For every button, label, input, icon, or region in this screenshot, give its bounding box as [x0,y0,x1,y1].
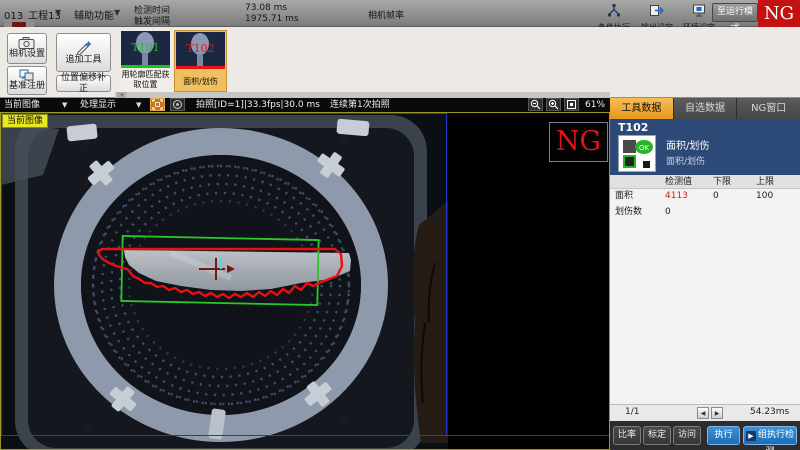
t102-status-bar [176,66,225,69]
t102-id-label: T102 [176,42,225,55]
tool-title: 面积/划伤 [666,137,709,152]
image-toolbar: 当前图像 ▼ 处理显示 ▼ 拍照[ID=1]|33.3fps|30.0 ms 连… [0,98,610,112]
t101-caption: 用轮廓匹配获取位置 [119,70,172,89]
title-bar: 013_工程13 ▼ 辅助功能 ▼ 检测时间 触发间隔 73.08 ms 197… [0,0,800,27]
zoom-out-button[interactable] [528,98,543,111]
t102-thumbnail: T102 [176,32,225,69]
calibrate-button[interactable]: 标定 [643,426,671,445]
aux-caret-icon[interactable]: ▼ [114,8,120,17]
ratio-button[interactable]: 比率 [613,426,641,445]
result-table-header: 检测值 下限 上限 [610,175,800,189]
tool-header: T102 OK 面积/划伤 面积/划伤 [610,119,800,175]
play-icon: ▶ [746,431,756,441]
pager-bar: 1/1 ◀ ▶ 54.23ms [610,404,800,421]
area-scratch-tool-icon: OK [618,135,656,172]
aux-menu[interactable]: 辅助功能 [74,7,114,22]
access-button[interactable]: 访问 [673,426,701,445]
page-prev-button[interactable]: ◀ [697,407,709,419]
zoom-level: 61% [585,99,605,111]
detect-time-value: 73.08 ms [245,3,287,13]
t102-caption: 面积/划伤 [175,77,226,87]
add-tool-button[interactable]: 追加工具 [56,33,111,72]
roi-display-toggle-icon[interactable] [150,98,165,111]
tool-subtitle: 面积/划伤 [666,154,705,167]
image-viewport[interactable]: 当前图像 NG [0,112,610,450]
camera-frame-bottom-line [1,435,609,436]
branch-flow-icon [606,4,622,17]
run-mode-button[interactable]: 至运行模式 [712,3,758,22]
image-window-label[interactable]: 当前图像 [2,114,48,128]
panel-tabs: 工具数据 自选数据 NG窗口 [610,98,800,119]
page-next-button[interactable]: ▶ [711,407,723,419]
tab-ng-window[interactable]: NG窗口 [737,98,800,119]
camera-icon [18,37,36,49]
table-row-area[interactable]: 面积 4113 0 100 [610,189,800,204]
display-mode-caret-icon[interactable]: ▼ [136,101,141,109]
zoom-in-button[interactable] [546,98,561,111]
camera-settings-button[interactable]: 相机设置 [7,33,47,64]
tool-thumbnail-t101[interactable]: T101 用轮廓匹配获取位置 [119,30,172,92]
t101-status-bar [121,65,170,68]
result-overlay-badge: NG [549,122,608,162]
table-row-scratch-count[interactable]: 划伤数 0 [610,205,800,220]
area-value: 4113 [665,189,688,204]
register-icon [19,69,35,81]
project-caret-icon[interactable]: ▼ [55,8,61,17]
panel-footer: 比率 标定 访问 执行 ▶组执行检测 [610,421,800,450]
scratch-count-value: 0 [665,205,671,220]
display-mode-select[interactable]: 处理显示 [80,99,116,111]
image-source-select[interactable]: 当前图像 [4,99,40,111]
t101-thumbnail: T101 [121,31,170,68]
capture-status: 连续第1次拍照 [330,99,390,111]
tab-tool-data[interactable]: 工具数据 [610,98,674,119]
camera-image [1,113,448,449]
monitor-icon [691,4,707,17]
cycle-time: 54.23ms [750,407,789,417]
data-panel: 工具数据 自选数据 NG窗口 T102 OK 面积/划伤 面积/划伤 检测值 下… [610,98,800,450]
camera-fps-label: 相机帧率 [368,8,404,21]
live-view-icon[interactable] [170,98,185,111]
group-execute-button[interactable]: ▶组执行检测 [743,426,797,445]
fit-view-button[interactable] [564,98,579,111]
operator-hand [413,201,448,443]
tool-strip: 相机设置 基准注册 追加工具 位置偏移补正 T101 用轮廓匹配获取位置 [0,27,800,98]
tool-thumbnail-t102[interactable]: T102 面积/划伤 [174,30,227,92]
t101-id-label: T101 [121,41,170,54]
svg-text:OK: OK [639,144,650,152]
image-source-caret-icon[interactable]: ▼ [62,101,67,109]
trigger-interval-value: 1975.71 ms [245,14,299,24]
tab-custom-data[interactable]: 自选数据 [674,98,738,119]
capture-info: 拍照[ID=1]|33.3fps|30.0 ms [196,99,320,111]
add-tool-icon [75,39,93,55]
reference-register-button[interactable]: 基准注册 [7,66,47,95]
execute-button[interactable]: 执行 [707,426,740,445]
page-indicator: 1/1 [625,407,639,417]
global-status-badge: NG [758,0,800,27]
position-offset-button[interactable]: 位置偏移补正 [56,75,111,92]
trigger-interval-label: 触发间隔 [134,14,170,27]
tool-id: T102 [618,121,648,134]
export-arrow-icon [649,4,665,17]
